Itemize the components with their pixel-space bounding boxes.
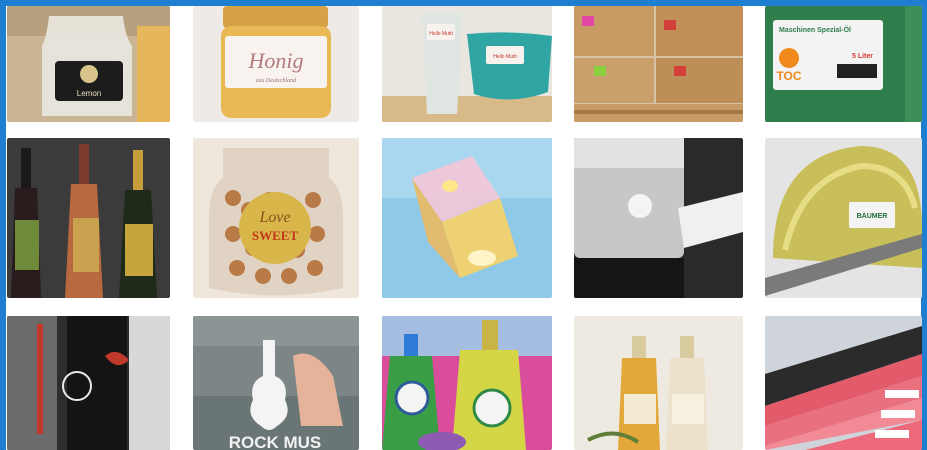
honey-sub-text: aus Deutschland <box>256 78 297 84</box>
detergent-bottles-image <box>382 316 552 450</box>
tile-safety-helmet[interactable]: BAUMER <box>765 138 922 298</box>
oil-bottles-image <box>574 316 743 450</box>
helmet-brand-text: BAUMER <box>857 213 888 220</box>
color-swatches-image <box>765 316 922 450</box>
storefront-window-image <box>7 316 170 450</box>
tile-cup-bowl[interactable]: Hello Mutti Hello Mutti <box>382 6 552 122</box>
love-sweet-jar-image: Love SWEET <box>193 138 359 298</box>
tile-honey-jar[interactable]: Honig aus Deutschland <box>193 6 359 122</box>
oil-title-text: Maschinen Spezial-Öl <box>779 25 851 34</box>
tile-rock-music-window[interactable]: ROCK MUS <box>193 316 359 450</box>
oil-brand-text: TOC <box>776 69 801 83</box>
love-bottom-text: SWEET <box>252 228 299 243</box>
boxes-pallet-image <box>574 6 743 122</box>
blue-frame-left <box>0 0 6 450</box>
tile-lemon-bottle[interactable]: Lemon <box>7 6 170 122</box>
lemon-label-text: Lemon <box>77 89 101 98</box>
wine-bottles-image <box>7 138 170 298</box>
tile-love-sweet-jar[interactable]: Love SWEET <box>193 138 359 298</box>
safety-helmet-image: BAUMER <box>765 138 922 298</box>
tile-detergent-bottles[interactable] <box>382 316 552 450</box>
tile-wine-bottles[interactable] <box>7 138 170 298</box>
bowl-label-text: Hello Mutti <box>493 54 517 60</box>
rock-music-text: ROCK MUS <box>229 433 322 450</box>
honey-jar-image: Honig aus Deutschland <box>193 6 359 122</box>
tile-oil-bottles[interactable] <box>574 316 743 450</box>
soap-cubes-image <box>382 138 552 298</box>
love-top-text: Love <box>258 209 290 226</box>
oil-volume-text: 5 Liter <box>852 53 873 60</box>
tile-color-swatches[interactable] <box>765 316 922 450</box>
tile-boxes-pallet[interactable] <box>574 6 743 122</box>
lemon-bottle-image: Lemon <box>7 6 170 122</box>
tile-storefront-window[interactable] <box>7 316 170 450</box>
tile-oil-canister[interactable]: Maschinen Spezial-Öl TOC 5 Liter <box>765 6 922 122</box>
cup-bowl-image: Hello Mutti Hello Mutti <box>382 6 552 122</box>
tile-soap-cubes[interactable] <box>382 138 552 298</box>
tile-label-printer[interactable] <box>574 138 743 298</box>
label-printer-image <box>574 138 743 298</box>
honey-label-text: Honig <box>248 48 304 73</box>
oil-canister-image: Maschinen Spezial-Öl TOC 5 Liter <box>765 6 922 122</box>
cup-label-text: Hello Mutti <box>429 31 453 37</box>
rock-music-window-image: ROCK MUS <box>193 316 359 450</box>
